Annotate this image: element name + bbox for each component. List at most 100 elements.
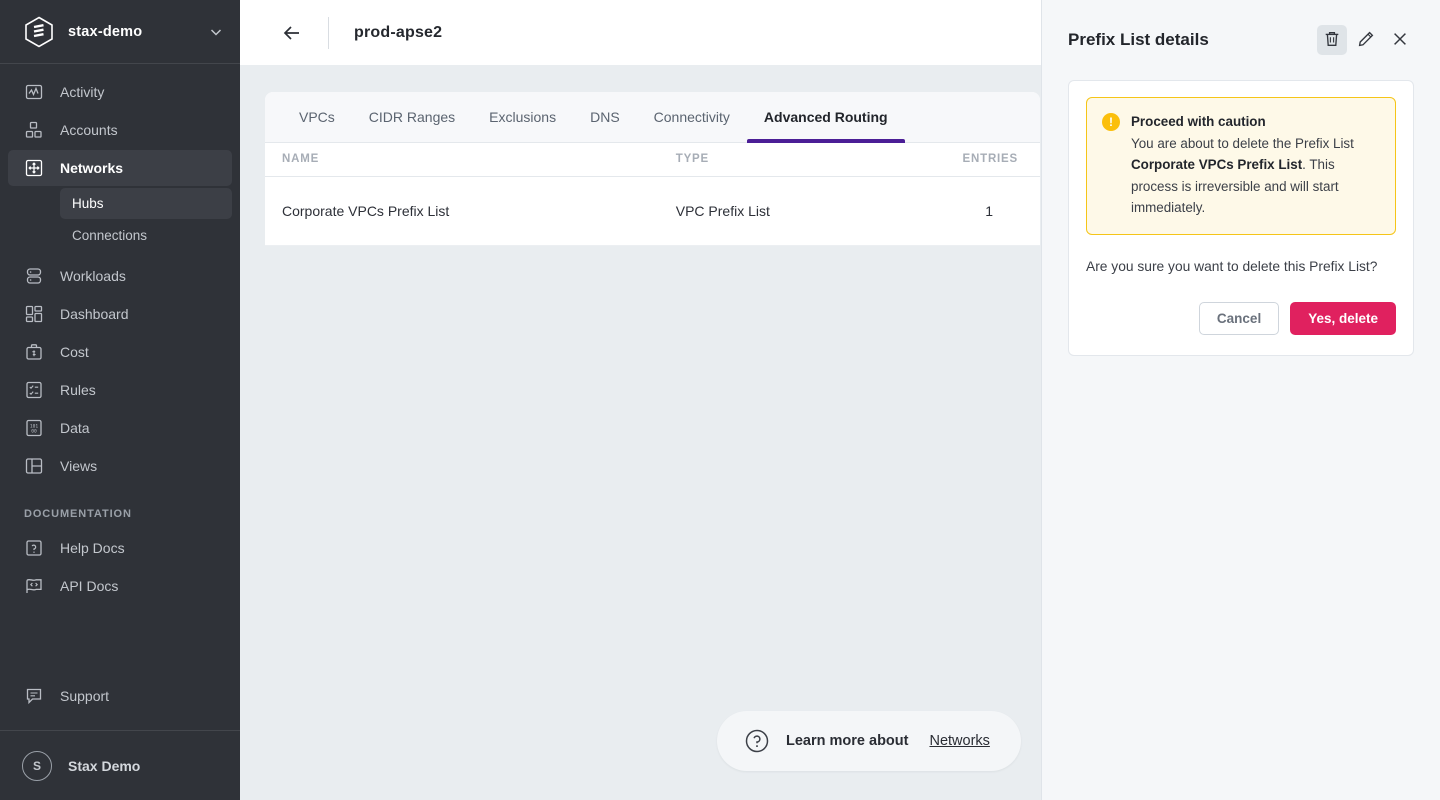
cell-name: Corporate VPCs Prefix List: [265, 176, 676, 246]
accounts-icon: [24, 120, 44, 140]
workloads-icon: [24, 266, 44, 286]
tab-label: Exclusions: [489, 109, 557, 125]
dashboard-icon: [24, 304, 44, 324]
tab-advanced-routing[interactable]: Advanced Routing: [746, 92, 905, 143]
api-docs-icon: [24, 576, 44, 596]
tab-label: Advanced Routing: [763, 109, 888, 125]
prefix-list-details-panel: Prefix List details ! Proceed with cauti…: [1041, 0, 1440, 800]
edit-button[interactable]: [1351, 25, 1381, 55]
tab-label: Connectivity: [653, 109, 730, 125]
caution-alert: ! Proceed with caution You are about to …: [1086, 97, 1396, 235]
page-title: prod-apse2: [354, 23, 443, 41]
advanced-routing-card: VPCs CIDR Ranges Exclusions DNS Connecti…: [265, 92, 1040, 246]
user-name: Stax Demo: [68, 757, 141, 774]
avatar: S: [22, 750, 52, 781]
sidebar-subitem-label: Hubs: [72, 196, 104, 211]
pencil-icon: [1357, 30, 1375, 51]
column-header-name[interactable]: NAME: [265, 143, 676, 177]
tab-label: VPCs: [299, 109, 335, 125]
confirm-question: Are you sure you want to delete this Pre…: [1086, 258, 1378, 274]
sidebar-item-rules[interactable]: Rules: [8, 372, 232, 408]
alert-prefix-list-name: Corporate VPCs Prefix List: [1131, 157, 1303, 172]
sidebar-item-activity[interactable]: Activity: [8, 74, 232, 110]
cancel-button[interactable]: Cancel: [1198, 302, 1280, 335]
rules-icon: [24, 380, 44, 400]
alert-text-before: You are about to delete the Prefix List: [1131, 135, 1354, 151]
sidebar-item-label: Help Docs: [60, 540, 125, 556]
sidebar-item-label: Views: [60, 458, 98, 474]
column-header-type[interactable]: TYPE: [675, 143, 924, 177]
sidebar-subitem-label: Connections: [72, 228, 148, 243]
tab-label: DNS: [590, 109, 620, 125]
sidebar-item-networks[interactable]: Networks: [8, 150, 232, 186]
tab-exclusions[interactable]: Exclusions: [472, 92, 573, 142]
sidebar-item-label: Accounts: [60, 122, 118, 138]
sidebar-item-help-docs[interactable]: Help Docs: [8, 530, 232, 566]
alert-body: Proceed with caution You are about to de…: [1131, 111, 1381, 219]
tab-bar: VPCs CIDR Ranges Exclusions DNS Connecti…: [265, 92, 1040, 143]
networks-icon: [24, 158, 44, 178]
cell-entries: 1: [923, 176, 1040, 246]
sidebar-subitem-hubs[interactable]: Hubs: [60, 188, 232, 219]
sidebar-section-documentation: DOCUMENTATION: [24, 508, 132, 520]
support-icon: [24, 686, 44, 706]
help-docs-icon: [24, 538, 44, 558]
sidebar-item-views[interactable]: Views: [8, 448, 232, 484]
data-icon: 101 00: [24, 418, 44, 438]
panel-header: Prefix List details: [1042, 0, 1440, 80]
sidebar-subitem-connections[interactable]: Connections: [60, 220, 232, 251]
learn-more-text: Learn more about: [786, 733, 909, 749]
sidebar-item-label: Activity: [60, 84, 105, 100]
org-switcher[interactable]: stax-demo: [0, 0, 240, 64]
trash-icon: [1323, 30, 1341, 51]
views-icon: [24, 456, 44, 476]
alert-title: Proceed with caution: [1131, 114, 1266, 129]
sidebar-item-label: Rules: [60, 382, 96, 398]
column-header-entries[interactable]: ENTRIES: [923, 143, 1040, 177]
sidebar: stax-demo Activity Accounts Networks Hub…: [0, 0, 240, 800]
sidebar-item-cost[interactable]: Cost: [8, 334, 232, 370]
confirm-delete-button[interactable]: Yes, delete: [1290, 302, 1396, 335]
topbar-divider: [328, 16, 329, 49]
sidebar-item-label: Dashboard: [60, 306, 129, 322]
learn-more-link[interactable]: Networks: [929, 733, 989, 749]
sidebar-item-label: Support: [60, 688, 110, 704]
question-circle-icon: [744, 728, 770, 754]
sidebar-item-label: API Docs: [60, 578, 119, 594]
panel-title: Prefix List details: [1068, 30, 1209, 49]
tab-label: CIDR Ranges: [368, 109, 456, 125]
close-icon: [1391, 30, 1409, 51]
panel-buttons: Cancel Yes, delete: [1086, 302, 1396, 335]
sidebar-item-accounts[interactable]: Accounts: [8, 112, 232, 148]
delete-confirmation-card: ! Proceed with caution You are about to …: [1068, 80, 1414, 356]
tab-vpcs[interactable]: VPCs: [282, 92, 352, 142]
learn-more-pill: Learn more about Networks: [717, 711, 1021, 771]
delete-button[interactable]: [1317, 25, 1347, 55]
close-button[interactable]: [1385, 25, 1415, 55]
arrow-left-icon[interactable]: [280, 21, 304, 45]
panel-actions: [1317, 25, 1415, 55]
sidebar-item-workloads[interactable]: Workloads: [8, 258, 232, 294]
sidebar-item-label: Networks: [60, 160, 124, 176]
sidebar-item-data[interactable]: 101 00 Data: [8, 410, 232, 446]
cost-icon: [24, 342, 44, 362]
tab-cidr-ranges[interactable]: CIDR Ranges: [352, 92, 472, 142]
org-name: stax-demo: [68, 23, 143, 40]
exclamation-icon: !: [1102, 113, 1120, 131]
stax-logo-icon: [24, 16, 54, 48]
table-header-row: NAME TYPE ENTRIES: [265, 143, 1040, 177]
table-row[interactable]: Corporate VPCs Prefix List VPC Prefix Li…: [265, 176, 1040, 246]
sidebar-item-api-docs[interactable]: API Docs: [8, 568, 232, 604]
sidebar-nav: Activity Accounts Networks Hubs Connecti…: [0, 64, 240, 606]
user-account-row[interactable]: S Stax Demo: [0, 730, 240, 800]
sidebar-item-dashboard[interactable]: Dashboard: [8, 296, 232, 332]
sidebar-item-support[interactable]: Support: [8, 676, 232, 716]
app-root: stax-demo Activity Accounts Networks Hub…: [0, 0, 1440, 800]
tab-dns[interactable]: DNS: [573, 92, 637, 142]
sidebar-item-label: Cost: [60, 344, 89, 360]
tab-connectivity[interactable]: Connectivity: [637, 92, 747, 142]
table-header: NAME TYPE ENTRIES: [265, 143, 1040, 177]
svg-text:101: 101: [30, 423, 39, 429]
chevron-down-icon[interactable]: [208, 24, 224, 40]
